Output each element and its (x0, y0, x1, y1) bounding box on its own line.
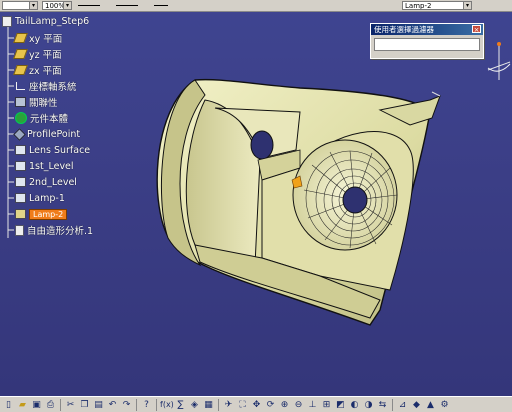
tree-item-2nd-level[interactable]: 2nd_Level (15, 175, 77, 189)
geometrical-set-icon (15, 193, 26, 203)
tree-item-1st-level[interactable]: 1st_Level (15, 159, 74, 173)
knowledge-icon[interactable]: ◈ (188, 399, 201, 411)
tree-item-lens-surface[interactable]: Lens Surface (15, 143, 90, 157)
multi-view-icon[interactable]: ⊞ (320, 399, 333, 411)
tree-item-label-selected: Lamp-2 (29, 208, 68, 220)
settings-icon[interactable]: ⚙ (438, 399, 451, 411)
tree-item-label: 自由造形分析.1 (27, 226, 94, 237)
specification-tree[interactable]: TailLamp_Step6 xy 平面 yz 平面 zx 平面 座標軸系統 關… (0, 12, 140, 252)
tree-item-label: 元件本體 (30, 114, 69, 125)
geometrical-set-icon (15, 161, 26, 171)
tree-item-lamp-2[interactable]: Lamp-2 (15, 207, 68, 221)
part-body-icon (15, 112, 27, 124)
plane-icon (13, 33, 28, 43)
part-document-icon (2, 15, 12, 27)
tree-root[interactable]: TailLamp_Step6 (2, 14, 89, 28)
tree-item-label: 關聯性 (29, 98, 58, 109)
redo-icon[interactable]: ↷ (120, 399, 133, 411)
tree-item-lamp-1[interactable]: Lamp-1 (15, 191, 65, 205)
dialog-title-bar[interactable]: 使用者選擇過濾器 × (371, 24, 483, 35)
tree-item-axis-system[interactable]: 座標軸系統 (15, 79, 77, 93)
new-icon[interactable]: ▯ (2, 399, 15, 411)
hide-show-icon[interactable]: ◑ (362, 399, 375, 411)
measure-icon[interactable]: ⊿ (396, 399, 409, 411)
cut-icon[interactable]: ✂ (64, 399, 77, 411)
open-icon[interactable]: ▰ (16, 399, 29, 411)
axis-system-icon (15, 81, 26, 91)
analysis-icon (15, 224, 24, 236)
pan-icon[interactable]: ✥ (250, 399, 263, 411)
rotate-icon[interactable]: ⟳ (264, 399, 277, 411)
user-selection-filter-dialog[interactable]: 使用者選擇過濾器 × (370, 23, 484, 59)
tree-item-profile-point[interactable]: ProfilePoint (13, 127, 81, 141)
catalog-icon[interactable]: ▦ (202, 399, 215, 411)
relations-icon (15, 97, 26, 107)
undo-icon[interactable]: ↶ (106, 399, 119, 411)
tree-item-relations[interactable]: 關聯性 (15, 95, 58, 109)
zoom-in-icon[interactable]: ⊕ (278, 399, 291, 411)
tree-item-label: zx 平面 (29, 66, 62, 77)
tree-item-label: 1st_Level (29, 160, 74, 172)
tree-item-xy-plane[interactable]: xy 平面 (13, 31, 63, 45)
normal-view-icon[interactable]: ⊥ (306, 399, 319, 411)
geometrical-set-icon (15, 209, 26, 219)
compass-icon[interactable] (486, 40, 512, 110)
dialog-body (371, 35, 483, 54)
fx-icon[interactable]: ∑ (174, 399, 187, 411)
geometrical-set-icon (15, 145, 26, 155)
paste-icon[interactable]: ▤ (92, 399, 105, 411)
print-icon[interactable]: ⎙ (44, 399, 57, 411)
tree-item-freestyle-analysis[interactable]: 自由造形分析.1 (15, 223, 93, 237)
swap-space-icon[interactable]: ⇆ (376, 399, 389, 411)
tree-item-yz-plane[interactable]: yz 平面 (13, 47, 62, 61)
point-icon (13, 127, 26, 141)
tree-item-label: 座標軸系統 (29, 82, 77, 93)
tree-item-part-body[interactable]: 元件本體 (15, 111, 68, 125)
geometrical-set-icon (15, 177, 26, 187)
dialog-title: 使用者選擇過濾器 (374, 25, 434, 34)
formula-icon[interactable]: f(x) (160, 399, 174, 411)
filter-toolbar-field[interactable] (374, 38, 480, 51)
bottom-toolbar: ▯ ▰ ▣ ⎙ ✂ ❐ ▤ ↶ ↷ ? f(x) ∑ ◈ ▦ ✈ ⛶ ✥ ⟳ ⊕… (0, 396, 512, 412)
3d-viewport[interactable]: ▾ 100% ▾ Lamp-2 ▾ TailLamp_Step6 xy 平面 y… (0, 0, 512, 396)
save-icon[interactable]: ▣ (30, 399, 43, 411)
whats-this-icon[interactable]: ? (140, 399, 153, 411)
copy-icon[interactable]: ❐ (78, 399, 91, 411)
tree-item-label: Lens Surface (29, 144, 91, 156)
shading-icon[interactable]: ◐ (348, 399, 361, 411)
plane-icon (13, 65, 28, 75)
tree-item-zx-plane[interactable]: zx 平面 (13, 63, 62, 77)
zoom-out-icon[interactable]: ⊖ (292, 399, 305, 411)
analysis-icon[interactable]: ▲ (424, 399, 437, 411)
close-icon[interactable]: × (472, 25, 481, 34)
tree-item-label: 2nd_Level (29, 176, 77, 188)
fit-all-icon[interactable]: ⛶ (236, 399, 249, 411)
tree-item-label: Lamp-1 (29, 192, 65, 204)
tree-item-label: ProfilePoint (27, 128, 81, 140)
tree-root-label: TailLamp_Step6 (15, 15, 90, 27)
iso-view-icon[interactable]: ◩ (334, 399, 347, 411)
plane-icon (13, 49, 28, 59)
apply-material-icon[interactable]: ◆ (410, 399, 423, 411)
tree-item-label: xy 平面 (29, 34, 63, 45)
fly-mode-icon[interactable]: ✈ (222, 399, 235, 411)
tree-item-label: yz 平面 (29, 50, 62, 61)
